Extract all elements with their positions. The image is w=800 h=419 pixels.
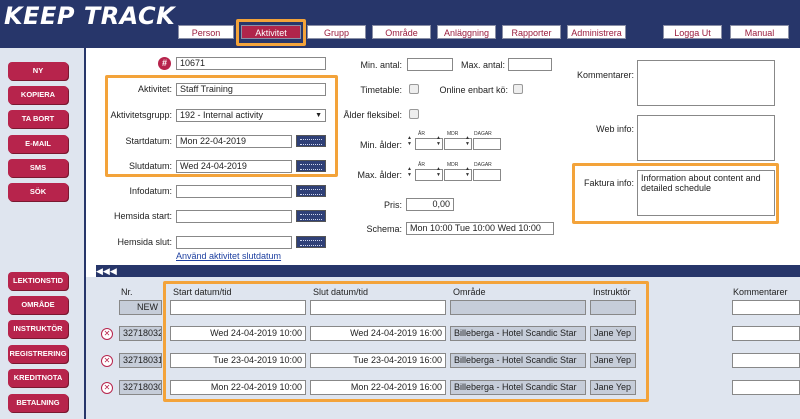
year-header: ÅR: [418, 131, 425, 137]
webinfo-label: Web info:: [596, 124, 634, 134]
delete-button[interactable]: TA BORT: [8, 110, 68, 128]
online-label: Online enbart kö:: [439, 85, 508, 95]
delete-row-icon[interactable]: ✕: [101, 355, 113, 367]
row-nr: 32718031: [119, 353, 162, 368]
kommentarer-textarea[interactable]: [637, 60, 775, 106]
month-header: MDR: [447, 162, 459, 168]
highlight-lessons: [163, 281, 649, 402]
timetable-checkbox[interactable]: [409, 84, 419, 94]
max-alder-days[interactable]: [473, 169, 501, 181]
alder-fleksibel-label: Ålder fleksibel:: [343, 110, 402, 120]
nav-omrade[interactable]: Område: [372, 25, 431, 39]
spinner-arrows-icon[interactable]: ▲ ▼: [407, 135, 415, 148]
row-kommentar[interactable]: [732, 326, 800, 341]
max-antal-field[interactable]: [508, 58, 552, 71]
pris-field[interactable]: 0,00: [406, 198, 454, 211]
col-kommentarer: Kommentarer: [733, 287, 788, 297]
delete-row-icon[interactable]: ✕: [101, 328, 113, 340]
days-header: DAGAR: [474, 131, 492, 137]
days-header: DAGAR: [474, 162, 492, 168]
highlight-faktura: [572, 163, 779, 224]
spinner-arrows-icon[interactable]: ▲ ▼: [436, 166, 444, 179]
delete-row-icon[interactable]: ✕: [101, 382, 113, 394]
spinner-arrows-icon[interactable]: ▲ ▼: [436, 135, 444, 148]
nav-manual[interactable]: Manual: [730, 25, 789, 39]
nav-person[interactable]: Person: [178, 25, 234, 39]
row-kommentar[interactable]: [732, 353, 800, 368]
nav-anlaggning[interactable]: Anläggning: [437, 25, 496, 39]
hemsida-start-label: Hemsida start:: [113, 211, 172, 221]
app-logo: KEEP TRACK: [4, 2, 176, 30]
hemsida-slut-field[interactable]: [176, 236, 292, 249]
kommentarer-label: Kommentarer:: [576, 70, 634, 80]
alder-fleksibel-checkbox[interactable]: [409, 109, 419, 119]
max-alder-label: Max. ålder:: [357, 170, 402, 180]
copy-button[interactable]: KOPIERA: [8, 86, 68, 104]
spinner-arrows-icon[interactable]: ▲ ▼: [465, 166, 473, 179]
instruktor-button[interactable]: INSTRUKTÖR: [8, 320, 68, 338]
pris-label: Pris:: [384, 200, 402, 210]
kreditnota-button[interactable]: KREDITNOTA: [8, 369, 68, 387]
lektionstid-button[interactable]: LEKTIONSTID: [8, 272, 68, 290]
webinfo-textarea[interactable]: [637, 115, 775, 161]
registrering-button[interactable]: REGISTRERING: [8, 345, 68, 363]
schema-label: Schema:: [366, 224, 402, 234]
schema-field[interactable]: Mon 10:00 Tue 10:00 Wed 10:00: [406, 222, 554, 235]
highlight-nav-aktivitet: [236, 19, 306, 46]
top-header: KEEP TRACK Person Aktivitet Grupp Område…: [0, 0, 800, 48]
betalning-button[interactable]: BETALNING: [8, 394, 68, 412]
spinner-arrows-icon[interactable]: ▲ ▼: [407, 166, 415, 179]
search-button[interactable]: SÖK: [8, 183, 68, 201]
email-button[interactable]: E-MAIL: [8, 135, 68, 153]
calendar-icon[interactable]: [296, 185, 326, 197]
new-row-button[interactable]: NEW: [119, 300, 162, 315]
omrade-button[interactable]: OMRÅDE: [8, 296, 68, 314]
min-alder-label: Min. ålder:: [359, 140, 402, 150]
nav-grupp[interactable]: Grupp: [307, 25, 366, 39]
min-antal-label: Min. antal:: [360, 60, 402, 70]
min-antal-field[interactable]: [407, 58, 453, 71]
calendar-icon[interactable]: [296, 210, 326, 222]
calendar-icon[interactable]: [296, 236, 326, 248]
month-header: MDR: [447, 131, 459, 137]
min-alder-days[interactable]: [473, 138, 501, 150]
nav-logga-ut[interactable]: Logga Ut: [663, 25, 722, 39]
timetable-label: Timetable:: [360, 85, 402, 95]
max-antal-label: Max. antal:: [460, 60, 505, 70]
nav-rapporter[interactable]: Rapporter: [502, 25, 561, 39]
infodatum-label: Infodatum:: [129, 186, 172, 196]
infodatum-field[interactable]: [176, 185, 292, 198]
nav-administrera[interactable]: Administrera: [567, 25, 626, 39]
new-kommentar-field[interactable]: [732, 300, 800, 315]
rewind-icon[interactable]: ◀◀◀: [96, 265, 117, 277]
col-nr: Nr.: [121, 287, 133, 297]
hash-icon: #: [158, 57, 171, 70]
row-nr: 32718030: [119, 380, 162, 395]
lessons-nav-bar: ◀◀◀: [96, 265, 800, 277]
spinner-arrows-icon[interactable]: ▲ ▼: [465, 135, 473, 148]
row-kommentar[interactable]: [732, 380, 800, 395]
hemsida-start-field[interactable]: [176, 210, 292, 223]
online-checkbox[interactable]: [513, 84, 523, 94]
activity-id-field[interactable]: 10671: [176, 57, 326, 70]
sms-button[interactable]: SMS: [8, 159, 68, 177]
year-header: ÅR: [418, 162, 425, 168]
highlight-activity-fields: [105, 75, 338, 177]
use-end-date-link[interactable]: Använd aktivitet slutdatum: [176, 251, 281, 261]
row-nr: 32718032: [119, 326, 162, 341]
new-button[interactable]: NY: [8, 62, 68, 80]
hemsida-slut-label: Hemsida slut:: [117, 237, 172, 247]
